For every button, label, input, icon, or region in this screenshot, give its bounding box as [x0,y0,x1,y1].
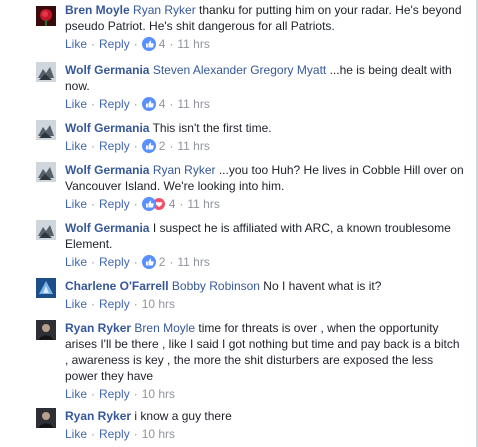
like-reaction-icon[interactable] [141,139,156,157]
like-reaction-icon[interactable] [141,97,156,115]
like-button[interactable]: Like [65,255,87,269]
comment-body: Wolf Germania This isn't the first time.… [65,120,465,157]
wolf-avatar-image [36,220,56,240]
comment-mention[interactable]: Ryan Ryker [153,163,216,177]
comment-author[interactable]: Wolf Germania [65,121,149,135]
like-reaction-icon[interactable] [141,255,156,273]
comment-body: Bren Moyle Ryan Ryker thanku for putting… [65,2,465,55]
timestamp[interactable]: 11 hrs [177,255,209,269]
avatar[interactable] [36,62,56,82]
comment-text: i know a guy there [134,409,232,423]
wolf-avatar-image [36,62,56,82]
comment-actions: Like · Reply · 10 hrs [65,297,176,311]
reply-button[interactable]: Reply [99,37,130,51]
like-reaction-icon[interactable] [141,37,156,55]
comment-mention[interactable]: Bren Moyle [134,321,195,335]
avatar[interactable] [36,320,56,340]
like-button[interactable]: Like [65,297,87,311]
comment-author[interactable]: Wolf Germania [65,63,149,77]
comment-actions: Like · Reply · 2 · 11 hrs [65,254,465,273]
rose-avatar-image [36,6,56,26]
timestamp[interactable]: 11 hrs [177,37,209,51]
avatar[interactable] [36,220,56,240]
comment-text: This isn't the first time. [152,121,272,135]
reply-button[interactable]: Reply [99,139,130,153]
reply-button[interactable]: Reply [99,387,130,401]
like-button[interactable]: Like [65,97,87,111]
avatar[interactable] [36,120,56,140]
like-button[interactable]: Like [65,427,87,441]
like-button[interactable]: Like [65,197,87,211]
comment-body: Wolf Germania Ryan Ryker ...you too Huh?… [65,162,465,215]
comment-author[interactable]: Ryan Ryker [65,409,131,423]
comment-author[interactable]: Ryan Ryker [65,321,131,335]
like-and-love-reaction-icons[interactable] [141,197,166,215]
comment-author[interactable]: Wolf Germania [65,221,149,235]
reply-button[interactable]: Reply [99,97,130,111]
comment-text: No I havent what is it? [259,279,382,293]
timestamp[interactable]: 11 hrs [187,197,219,211]
ryan-avatar-image [36,320,56,340]
comment-actions: Like · Reply · 4 · 11 hrs [65,96,465,115]
comment-mention[interactable]: Ryan Ryker [133,3,196,17]
comment-actions: Like · Reply · 2 · 11 hrs [65,138,465,157]
comment-actions: Like · Reply · 4 · 11 hrs [65,196,465,215]
reply-button[interactable]: Reply [99,197,130,211]
comment-body: Charlene O'Farrell Bobby Robinson No I h… [65,278,465,312]
like-button[interactable]: Like [65,387,87,401]
timestamp[interactable]: 10 hrs [142,427,175,441]
timestamp[interactable]: 11 hrs [177,97,209,111]
avatar[interactable] [36,408,56,428]
reply-button[interactable]: Reply [99,427,130,441]
comment-author[interactable]: Charlene O'Farrell [65,279,169,293]
avatar[interactable] [36,6,56,26]
comment-actions: Like · Reply · 10 hrs [65,427,176,441]
comment-actions: Like · Reply · 10 hrs [65,387,176,401]
reply-button[interactable]: Reply [99,255,130,269]
comment-mention[interactable]: Bobby Robinson [172,279,260,293]
comment-body: Ryan Ryker Bren Moyle time for threats i… [65,320,465,402]
avatar[interactable] [36,162,56,182]
comment-body: Wolf Germania I suspect he is affiliated… [65,220,465,273]
charlene-avatar-image [36,278,56,298]
avatar[interactable] [36,278,56,298]
like-button[interactable]: Like [65,37,87,51]
comment-body: Wolf Germania Steven Alexander Gregory M… [65,62,465,115]
comment-author[interactable]: Wolf Germania [65,163,149,177]
ryan-avatar-image [36,408,56,428]
comment-author[interactable]: Bren Moyle [65,3,130,17]
comment-actions: Like · Reply · 4 · 11 hrs [65,36,465,55]
comment-mention[interactable]: Steven Alexander Gregory Myatt [153,63,326,77]
timestamp[interactable]: 10 hrs [142,387,175,401]
wolf-avatar-image [36,162,56,182]
wolf-avatar-image [36,120,56,140]
comment-body: Ryan Ryker i know a guy there Like · Reply… [65,408,465,442]
reply-button[interactable]: Reply [99,297,130,311]
timestamp[interactable]: 11 hrs [177,139,209,153]
like-button[interactable]: Like [65,139,87,153]
timestamp[interactable]: 10 hrs [142,297,175,311]
